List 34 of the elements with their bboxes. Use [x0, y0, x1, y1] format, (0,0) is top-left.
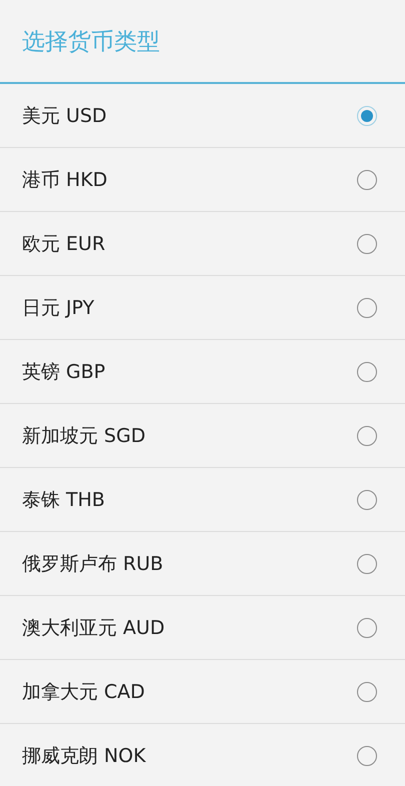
- currency-label: 英镑 GBP: [22, 360, 106, 384]
- currency-option[interactable]: 加拿大元 CAD: [0, 660, 405, 724]
- currency-label: 日元 JPY: [22, 296, 94, 320]
- radio-button[interactable]: [357, 106, 377, 126]
- currency-option[interactable]: 俄罗斯卢布 RUB: [0, 532, 405, 596]
- currency-label: 港币 HKD: [22, 168, 108, 192]
- currency-label: 美元 USD: [22, 104, 107, 128]
- currency-label: 泰铢 THB: [22, 488, 105, 512]
- radio-button[interactable]: [357, 746, 377, 766]
- currency-option[interactable]: 日元 JPY: [0, 276, 405, 340]
- currency-option[interactable]: 泰铢 THB: [0, 468, 405, 532]
- currency-label: 加拿大元 CAD: [22, 680, 145, 704]
- radio-button[interactable]: [357, 554, 377, 574]
- radio-button[interactable]: [357, 490, 377, 510]
- currency-label: 澳大利亚元 AUD: [22, 616, 165, 640]
- currency-option[interactable]: 美元 USD: [0, 84, 405, 148]
- currency-option[interactable]: 港币 HKD: [0, 148, 405, 212]
- currency-option[interactable]: 英镑 GBP: [0, 340, 405, 404]
- currency-option[interactable]: 挪威克朗 NOK: [0, 724, 405, 786]
- radio-button[interactable]: [357, 362, 377, 382]
- currency-label: 欧元 EUR: [22, 232, 106, 256]
- currency-option[interactable]: 澳大利亚元 AUD: [0, 596, 405, 660]
- currency-label: 俄罗斯卢布 RUB: [22, 552, 164, 576]
- radio-button[interactable]: [357, 682, 377, 702]
- currency-label: 挪威克朗 NOK: [22, 744, 146, 768]
- currency-option[interactable]: 欧元 EUR: [0, 212, 405, 276]
- radio-button[interactable]: [357, 170, 377, 190]
- radio-button[interactable]: [357, 234, 377, 254]
- dialog-title: 选择货币类型: [22, 28, 160, 56]
- radio-button[interactable]: [357, 618, 377, 638]
- radio-button[interactable]: [357, 298, 377, 318]
- radio-button[interactable]: [357, 426, 377, 446]
- currency-option[interactable]: 新加坡元 SGD: [0, 404, 405, 468]
- currency-label: 新加坡元 SGD: [22, 424, 146, 448]
